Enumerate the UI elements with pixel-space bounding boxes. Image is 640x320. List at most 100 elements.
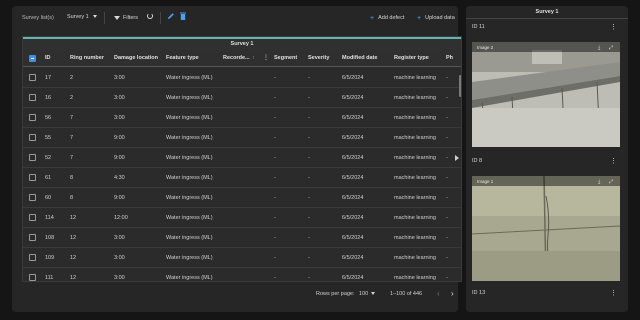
column-header-segment[interactable]: Segment (274, 50, 297, 67)
cell-feature-type: Water ingress (ML) (166, 155, 213, 161)
more-options-icon[interactable]: ⋮ (610, 23, 617, 31)
cell-id: 114 (45, 215, 54, 221)
add-defect-button[interactable]: + Add defect (370, 15, 404, 22)
cell-register-type: machine learning (394, 75, 436, 81)
cell-segment: - (274, 275, 276, 281)
cell-id: 52 (45, 155, 52, 161)
table-row[interactable]: 52 7 9:00 Water ingress (ML) - - 6/5/202… (23, 148, 461, 168)
column-header-feature-type[interactable]: Feature type (166, 50, 199, 67)
rows-per-page-value: 100 (359, 291, 369, 297)
filter-icon (114, 16, 120, 20)
cell-register-type: machine learning (394, 195, 436, 201)
filters-button[interactable]: Filters (110, 12, 142, 24)
card-id-label: ID 13 (472, 290, 486, 296)
row-checkbox[interactable] (29, 214, 36, 221)
row-checkbox[interactable] (29, 114, 36, 121)
sort-arrow-icon[interactable]: ↑ (252, 50, 255, 67)
cell-segment: - (274, 255, 276, 261)
table-row[interactable]: 17 2 3:00 Water ingress (ML) - - 6/5/202… (23, 68, 461, 88)
upload-data-button[interactable]: + Upload data (417, 15, 455, 22)
table-row[interactable]: 60 8 9:00 Water ingress (ML) - - 6/5/202… (23, 188, 461, 208)
cell-ring: 2 (70, 75, 74, 81)
rows-per-page-select[interactable]: 100 (359, 291, 376, 297)
download-icon[interactable]: ⤓ (598, 45, 600, 51)
survey-select[interactable]: Survey 1 (67, 14, 97, 20)
cell-severity: - (308, 215, 310, 221)
toolbar-divider (104, 12, 105, 24)
column-menu-icon[interactable]: ⋮ (263, 50, 269, 67)
row-checkbox[interactable] (29, 234, 36, 241)
cell-severity: - (308, 95, 310, 101)
cell-damage-location: 3:00 (114, 235, 125, 241)
tunnel-image (472, 176, 620, 281)
column-header-severity[interactable]: Severity (308, 50, 329, 67)
download-icon[interactable]: ⤓ (598, 179, 600, 185)
cell-ph: - (446, 155, 448, 161)
table-scrollbar[interactable] (459, 75, 461, 97)
row-checkbox[interactable] (29, 154, 36, 161)
defect-image-card[interactable]: Image 2 ⤓ ⤢ (472, 42, 620, 147)
row-checkbox[interactable] (29, 74, 36, 81)
cell-segment: - (274, 215, 276, 221)
table-row[interactable]: 61 8 4:30 Water ingress (ML) - - 6/5/202… (23, 168, 461, 188)
table-row[interactable]: 114 12 12:00 Water ingress (ML) - - 6/5/… (23, 208, 461, 228)
cell-feature-type: Water ingress (ML) (166, 215, 213, 221)
row-checkbox[interactable] (29, 94, 36, 101)
column-header-damage-location[interactable]: Damage location (114, 50, 158, 67)
toolbar-divider (160, 12, 161, 24)
cell-modified-date: 6/5/2024 (342, 135, 364, 141)
defect-image-card[interactable]: Image 1 ⤓ ⤢ (472, 176, 620, 281)
cell-ph: - (446, 135, 448, 141)
fullscreen-icon[interactable]: ⤢ (609, 45, 613, 51)
fullscreen-icon[interactable]: ⤢ (609, 179, 613, 185)
table-row[interactable]: 56 7 3:00 Water ingress (ML) - - 6/5/202… (23, 108, 461, 128)
table-row[interactable]: 109 12 3:00 Water ingress (ML) - - 6/5/2… (23, 248, 461, 268)
column-header-register-type[interactable]: Register type (394, 50, 429, 67)
table-row[interactable]: 108 12 3:00 Water ingress (ML) - - 6/5/2… (23, 228, 461, 248)
cell-ring: 7 (70, 135, 74, 141)
row-checkbox[interactable] (29, 194, 36, 201)
cell-segment: - (274, 115, 276, 121)
select-all-checkbox[interactable] (29, 55, 36, 62)
cell-modified-date: 6/5/2024 (342, 255, 364, 261)
next-page-icon[interactable]: › (451, 289, 454, 298)
table-row[interactable]: 55 7 9:00 Water ingress (ML) - - 6/5/202… (23, 128, 461, 148)
trash-icon[interactable] (180, 12, 186, 20)
cell-register-type: machine learning (394, 275, 436, 281)
column-header-modified-date[interactable]: Modified date (342, 50, 377, 67)
card-id-label: ID 8 (472, 158, 483, 164)
column-header-ph[interactable]: Ph (446, 50, 453, 67)
row-checkbox[interactable] (29, 274, 36, 281)
survey-select-value: Survey 1 (67, 14, 89, 20)
cell-feature-type: Water ingress (ML) (166, 175, 213, 181)
row-checkbox[interactable] (29, 174, 36, 181)
table-row[interactable]: 111 12 3:00 Water ingress (ML) - - 6/5/2… (23, 268, 461, 281)
cell-feature-type: Water ingress (ML) (166, 235, 213, 241)
toolbar: Survey list(s) Survey 1 Filters + Add de… (12, 6, 458, 32)
cell-register-type: machine learning (394, 235, 436, 241)
collapse-panel-icon[interactable] (455, 155, 459, 161)
image-panel-title: Survey 1 (466, 6, 628, 19)
column-header-recorded[interactable]: Recorde... (223, 50, 250, 67)
refresh-icon[interactable] (147, 13, 153, 19)
row-checkbox[interactable] (29, 134, 36, 141)
column-header-ring[interactable]: Ring number (70, 50, 104, 67)
pencil-icon[interactable] (167, 12, 175, 20)
cell-modified-date: 6/5/2024 (342, 155, 364, 161)
cell-severity: - (308, 135, 310, 141)
cell-ph: - (446, 215, 448, 221)
row-checkbox[interactable] (29, 254, 36, 261)
cell-severity: - (308, 195, 310, 201)
table-row[interactable]: 16 2 3:00 Water ingress (ML) - - 6/5/202… (23, 88, 461, 108)
cell-damage-location: 4:30 (114, 175, 125, 181)
column-header-id[interactable]: ID (45, 50, 51, 67)
cell-modified-date: 6/5/2024 (342, 275, 364, 281)
cell-id: 109 (45, 255, 55, 261)
cell-ring: 7 (70, 155, 74, 161)
caret-down-icon (371, 292, 376, 296)
previous-page-icon[interactable]: ‹ (437, 289, 440, 298)
cell-feature-type: Water ingress (ML) (166, 195, 213, 201)
more-options-icon[interactable]: ⋮ (610, 157, 617, 165)
tunnel-image (472, 42, 620, 147)
more-options-icon[interactable]: ⋮ (610, 289, 617, 297)
